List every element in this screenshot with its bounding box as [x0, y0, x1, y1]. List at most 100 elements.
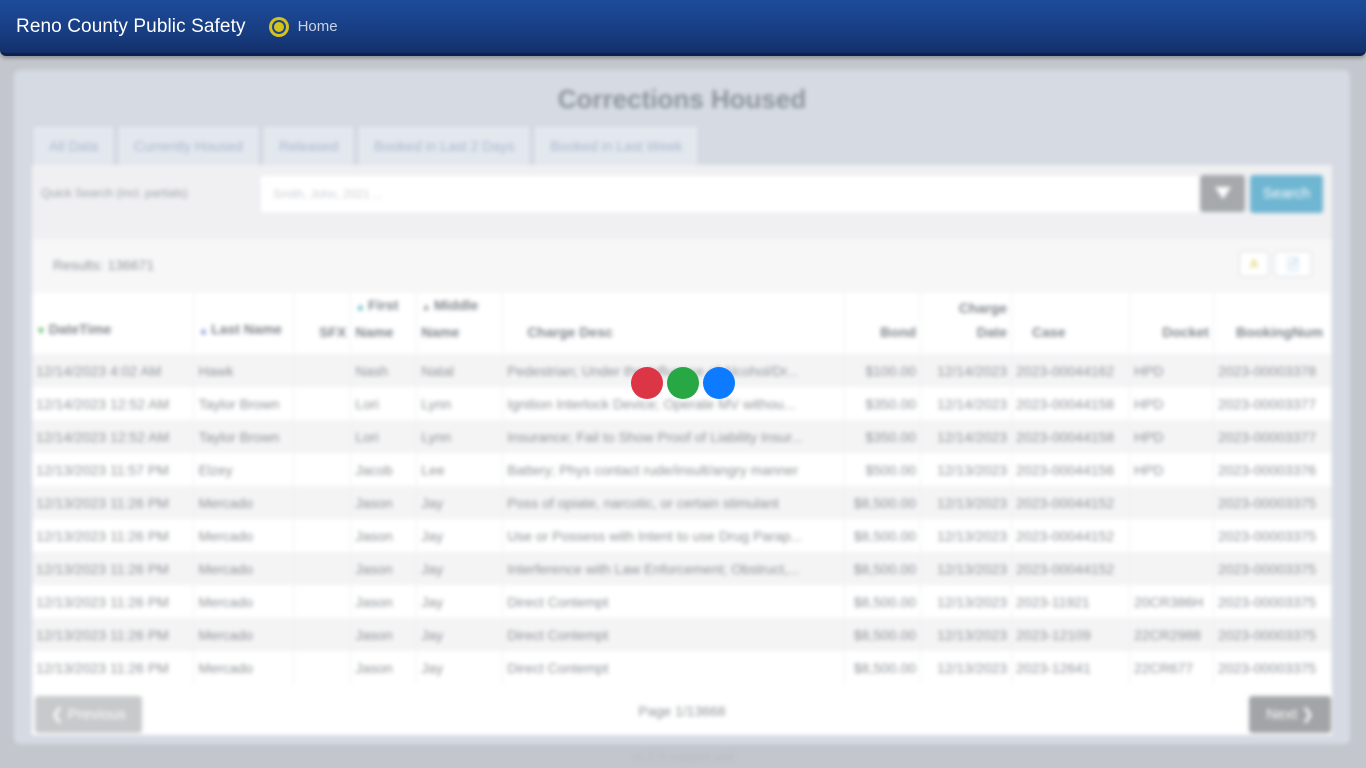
table-cell: 2023-00003375: [1213, 651, 1333, 684]
col-case[interactable]: Case: [1011, 293, 1130, 354]
table-row[interactable]: 12/14/2023 12:52 AM Taylor Brown Lori Lynn I…: [32, 420, 1333, 453]
search-button[interactable]: Search: [1250, 175, 1323, 213]
results-bar: Results: 136671 A 📄: [32, 237, 1332, 293]
col-charge-desc[interactable]: Charge Desc: [502, 293, 846, 354]
tab-currently-housed[interactable]: Currently Housed: [117, 125, 260, 165]
table-cell: $8,500.00: [844, 618, 922, 651]
table-row[interactable]: 12/13/2023 11:57 PM Elzey Jacob Lee Battery;…: [32, 453, 1333, 486]
table-cell: 2023-00003377: [1213, 387, 1333, 420]
table-cell: 2023-00003376: [1213, 453, 1333, 486]
table-cell: 2023-00044158: [1011, 420, 1130, 453]
table-cell: [293, 420, 352, 453]
table-cell: 12/13/2023: [920, 618, 1013, 651]
table-cell: 12/14/2023: [920, 420, 1013, 453]
table-cell: Jay: [416, 618, 504, 651]
table-cell: Mercado: [193, 552, 295, 585]
footer-text: v1.0 © support add: [632, 750, 734, 764]
tab-all-data[interactable]: All Data: [32, 125, 116, 165]
loading-indicator: [631, 367, 739, 399]
table-cell: $8,500.00: [844, 585, 922, 618]
search-row: Quick Search (incl. partials) Search: [32, 165, 1332, 237]
table-cell: Natal: [416, 354, 504, 387]
table-row[interactable]: 12/13/2023 11:26 PM Mercado Jason Jay Interf…: [32, 552, 1333, 585]
page-info: Page 1/13668: [638, 703, 726, 719]
table-row[interactable]: 12/13/2023 11:26 PM Mercado Jason Jay Use or…: [32, 519, 1333, 552]
table-cell: 12/13/2023 11:26 PM: [32, 585, 195, 618]
table-cell: 2023-00003375: [1213, 552, 1333, 585]
table-cell: 12/14/2023 12:52 AM: [32, 420, 195, 453]
table-cell: 2023-00044152: [1011, 552, 1130, 585]
tab-booked-last-2-days[interactable]: Booked in Last 2 Days: [357, 125, 532, 165]
search-input[interactable]: [261, 176, 1201, 212]
table-cell: 12/13/2023: [920, 486, 1013, 519]
sort-asc-icon: ▲: [198, 326, 212, 337]
table-cell: Lynn: [416, 387, 504, 420]
table-cell: Jacob: [350, 453, 418, 486]
pager: ❮ Previous Page 1/13668 Next ❯: [32, 695, 1332, 735]
table-row[interactable]: 12/13/2023 11:26 PM Mercado Jason Jay Direct…: [32, 618, 1333, 651]
chevron-right-icon: ❯: [1297, 706, 1314, 723]
table-cell: Hawk: [193, 354, 295, 387]
col-first-name[interactable]: ▲ First Name: [350, 293, 418, 354]
table-cell: Use or Possess with Intent to use Drug P…: [502, 519, 846, 552]
table-cell: Lynn: [416, 420, 504, 453]
col-docket[interactable]: Docket: [1129, 293, 1214, 354]
table-cell: 2023-00044158: [1011, 387, 1130, 420]
col-datetime[interactable]: ▼ DateTime: [32, 293, 195, 354]
table-cell: HPD: [1129, 387, 1214, 420]
col-last-name[interactable]: ▲ Last Name: [193, 293, 295, 354]
main-panel: Corrections Housed All Data Currently Ho…: [14, 70, 1350, 744]
table-cell: HPD: [1129, 453, 1214, 486]
next-button[interactable]: Next ❯: [1249, 696, 1331, 733]
table-cell: [293, 585, 352, 618]
table-cell: 12/13/2023: [920, 453, 1013, 486]
table-cell: Mercado: [193, 618, 295, 651]
table-body: 12/14/2023 4:02 AM Hawk Nash Natal Pedestria…: [32, 354, 1333, 684]
col-middle-name[interactable]: ▲ Middle Name: [416, 293, 504, 354]
table-cell: 12/13/2023 11:26 PM: [32, 519, 195, 552]
table-cell: Mercado: [193, 486, 295, 519]
tab-released[interactable]: Released: [261, 125, 356, 165]
table-cell: Insurance; Fail to Show Proof of Liabili…: [502, 420, 846, 453]
table-cell: Jason: [350, 519, 418, 552]
table-cell: Jason: [350, 651, 418, 684]
sort-desc-icon: ▼: [36, 326, 49, 337]
table-row[interactable]: 12/13/2023 11:26 PM Mercado Jason Jay Direct…: [32, 585, 1333, 618]
nav-home-link[interactable]: Home: [298, 18, 338, 35]
results-count: Results: 136671: [53, 257, 155, 273]
table-cell: HPD: [1129, 354, 1214, 387]
table-cell: Nash: [350, 354, 418, 387]
table-cell: 12/13/2023 11:57 PM: [32, 453, 195, 486]
col-charge-date[interactable]: Charge Date: [920, 293, 1013, 354]
table-cell: Taylor Brown: [193, 387, 295, 420]
table-cell: Direct Contempt: [502, 585, 846, 618]
table-cell: Direct Contempt: [502, 618, 846, 651]
table-cell: Jay: [416, 585, 504, 618]
col-bond[interactable]: Bond: [844, 293, 922, 354]
table-cell: Interference with Law Enforcement; Obstr…: [502, 552, 846, 585]
table-cell: 2023-12641: [1011, 651, 1130, 684]
table-cell: $350.00: [844, 420, 922, 453]
table-cell: 12/13/2023 11:26 PM: [32, 552, 195, 585]
csv-export-button[interactable]: 📄: [1274, 251, 1312, 277]
table-cell: 12/14/2023: [920, 354, 1013, 387]
table-cell: 2023-00003375: [1213, 519, 1333, 552]
brand-title[interactable]: Reno County Public Safety: [16, 16, 246, 38]
table-cell: [293, 552, 352, 585]
col-sfx[interactable]: SFX: [293, 293, 352, 354]
table-row[interactable]: 12/13/2023 11:26 PM Mercado Jason Jay Poss o…: [32, 486, 1333, 519]
excel-export-button[interactable]: A: [1239, 251, 1269, 277]
sort-asc-icon: ▲: [355, 302, 369, 313]
table-row[interactable]: 12/13/2023 11:26 PM Mercado Jason Jay Direct…: [32, 651, 1333, 684]
filter-button[interactable]: [1200, 175, 1245, 212]
table-cell: Taylor Brown: [193, 420, 295, 453]
col-booking-num[interactable]: BookingNum: [1213, 293, 1333, 354]
corrections-table: ▼ DateTime ▲ Last Name SFX ▲ First Name …: [32, 293, 1333, 684]
sort-asc-icon: ▲: [421, 302, 434, 313]
tab-booked-last-week[interactable]: Booked in Last Week: [533, 125, 700, 165]
table-cell: [293, 519, 352, 552]
table-cell: Poss of opiate, narcotic, or certain sti…: [502, 486, 846, 519]
table-cell: [293, 354, 352, 387]
table-cell: 12/13/2023: [920, 519, 1013, 552]
table-cell: 12/14/2023: [920, 387, 1013, 420]
